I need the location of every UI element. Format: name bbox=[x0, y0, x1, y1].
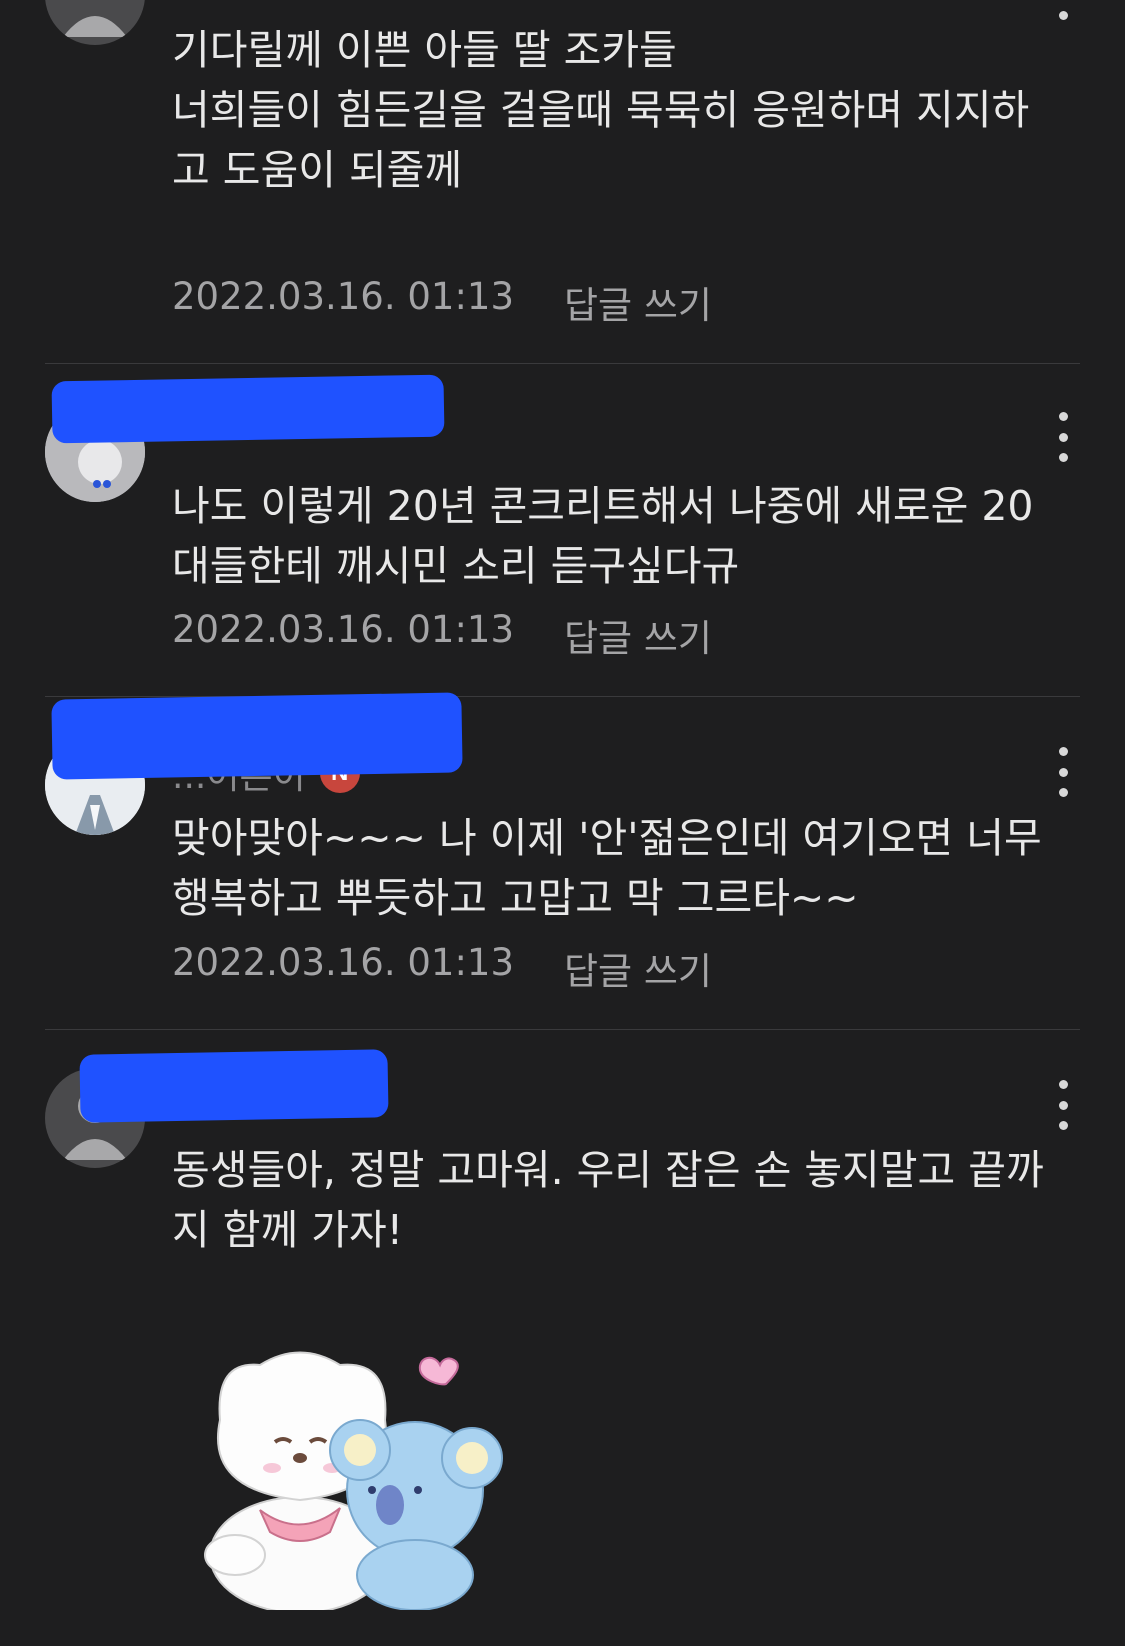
comment-meta: 2022.03.16. 01:13 답글 쓰기 bbox=[172, 941, 712, 995]
divider bbox=[45, 363, 1080, 364]
reply-button[interactable]: 답글 쓰기 bbox=[564, 608, 712, 662]
divider bbox=[45, 1029, 1080, 1030]
redaction-mark bbox=[51, 374, 445, 444]
reply-button[interactable]: 답글 쓰기 bbox=[564, 941, 712, 995]
more-options-icon[interactable] bbox=[1053, 0, 1073, 20]
sticker-image bbox=[190, 1340, 530, 1614]
timestamp: 2022.03.16. 01:13 bbox=[172, 275, 514, 318]
comment-text: 나도 이렇게 20년 콘크리트해서 나중에 새로운 20대들한테 깨시민 소리 … bbox=[172, 482, 1034, 590]
redaction-mark bbox=[51, 692, 463, 780]
comment-text: 동생들아, 정말 고마워. 우리 잡은 손 놓지말고 끝까지 함께 가자! bbox=[172, 1146, 1044, 1254]
reply-button[interactable]: 답글 쓰기 bbox=[564, 275, 712, 329]
more-options-icon[interactable] bbox=[1053, 1080, 1073, 1130]
comment-text: 맞아맞아~~~ 나 이제 '안'젊은인데 여기오면 너무 행복하고 뿌듯하고 고… bbox=[172, 814, 1042, 922]
timestamp: 2022.03.16. 01:13 bbox=[172, 608, 514, 651]
more-options-icon[interactable] bbox=[1053, 412, 1073, 462]
timestamp: 2022.03.16. 01:13 bbox=[172, 941, 514, 984]
more-options-icon[interactable] bbox=[1053, 747, 1073, 797]
comment-text: 기다릴께 이쁜 아들 딸 조카들 너희들이 힘든길을 걸을때 묵묵히 응원하며 … bbox=[172, 26, 1030, 194]
comment-meta: 2022.03.16. 01:13 답글 쓰기 bbox=[172, 608, 712, 662]
default-avatar-icon[interactable] bbox=[45, 0, 145, 45]
comment-meta: 2022.03.16. 01:13 답글 쓰기 bbox=[172, 275, 712, 329]
redaction-mark bbox=[79, 1049, 389, 1123]
